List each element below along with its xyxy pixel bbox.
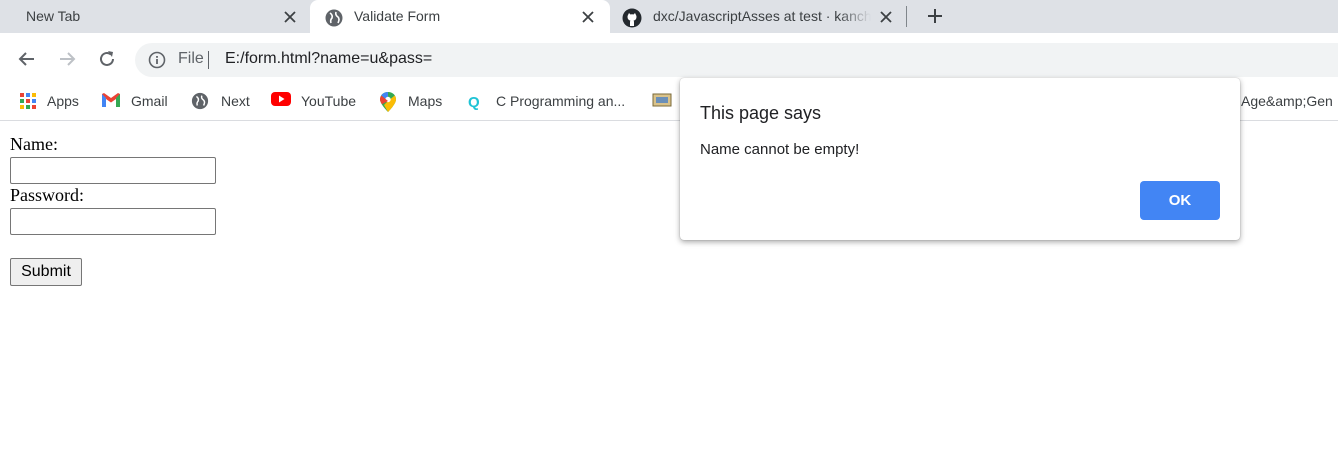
globe-icon xyxy=(191,92,209,110)
bookmark-label: Gmail xyxy=(131,93,168,109)
bookmark-age-gen[interactable]: Age&amp;Gen xyxy=(1241,91,1333,111)
back-button[interactable] xyxy=(16,48,38,70)
tab-validate-form[interactable]: Validate Form xyxy=(310,0,610,37)
password-field[interactable] xyxy=(10,208,216,235)
bookmark-gmail[interactable]: Gmail xyxy=(101,91,168,111)
url-text[interactable]: E:/form.html?name=u&pass= xyxy=(225,50,432,68)
youtube-icon xyxy=(271,92,291,110)
close-icon[interactable] xyxy=(878,9,894,25)
bookmark-c-programming[interactable]: Q C Programming an... xyxy=(466,91,625,111)
close-icon[interactable] xyxy=(282,9,298,25)
tab-title: New Tab xyxy=(26,8,81,24)
name-field[interactable] xyxy=(10,157,216,184)
plus-icon xyxy=(928,9,942,23)
bookmark-label: Next xyxy=(221,93,250,109)
bookmark-label: YouTube xyxy=(301,93,357,109)
password-label: Password: xyxy=(10,185,85,205)
maps-icon xyxy=(380,92,398,112)
github-icon xyxy=(622,8,642,28)
dialog-message: Name cannot be empty! xyxy=(700,141,860,158)
name-label: Name: xyxy=(10,134,58,154)
reload-icon xyxy=(100,51,114,66)
info-icon[interactable] xyxy=(148,51,166,69)
bookmark-label: Maps xyxy=(408,93,443,109)
bookmark-label: C Programming an... xyxy=(496,93,626,109)
bookmark-label: Age&amp;Gen xyxy=(1241,93,1333,109)
bookmark-next[interactable]: Next xyxy=(191,91,250,111)
bookmark-hidden[interactable] xyxy=(652,91,682,111)
submit-button[interactable]: Submit xyxy=(10,258,82,286)
divider xyxy=(208,51,209,69)
forward-button[interactable] xyxy=(56,48,78,70)
browser-toolbar: File E:/form.html?name=u&pass= xyxy=(0,37,1338,82)
tab-new-tab[interactable]: New Tab xyxy=(0,0,310,33)
close-icon[interactable] xyxy=(580,9,596,25)
dialog-title: This page says xyxy=(700,103,822,123)
reload-button[interactable] xyxy=(96,48,118,70)
bookmark-label: Apps xyxy=(47,93,79,109)
scheme-label: File xyxy=(178,50,204,67)
arrow-left-icon xyxy=(18,52,34,66)
bookmark-apps[interactable]: Apps xyxy=(19,91,79,111)
tab-strip: New Tab Validate Form dxc/JavascriptAsse… xyxy=(0,0,1338,37)
tab-separator xyxy=(906,6,907,27)
bookmark-favicon-icon xyxy=(652,92,672,110)
address-bar[interactable]: File E:/form.html?name=u&pass= xyxy=(135,43,1338,77)
tab-title: dxc/JavascriptAsses at test · kanchan xyxy=(653,8,871,24)
svg-text:Q: Q xyxy=(468,94,480,110)
bookmark-youtube[interactable]: YouTube xyxy=(271,91,356,111)
arrow-right-icon xyxy=(60,52,76,66)
tab-title: Validate Form xyxy=(354,8,441,24)
gmail-icon xyxy=(101,92,120,110)
bookmark-maps[interactable]: Maps xyxy=(380,91,443,112)
q-icon: Q xyxy=(466,92,484,111)
apps-grid-icon xyxy=(19,92,37,110)
new-tab-button[interactable] xyxy=(924,5,946,27)
globe-icon xyxy=(324,8,344,28)
tab-github[interactable]: dxc/JavascriptAsses at test · kanchan xyxy=(610,0,906,33)
alert-dialog: This page says Name cannot be empty! OK xyxy=(680,78,1240,240)
ok-button[interactable]: OK xyxy=(1140,181,1220,220)
